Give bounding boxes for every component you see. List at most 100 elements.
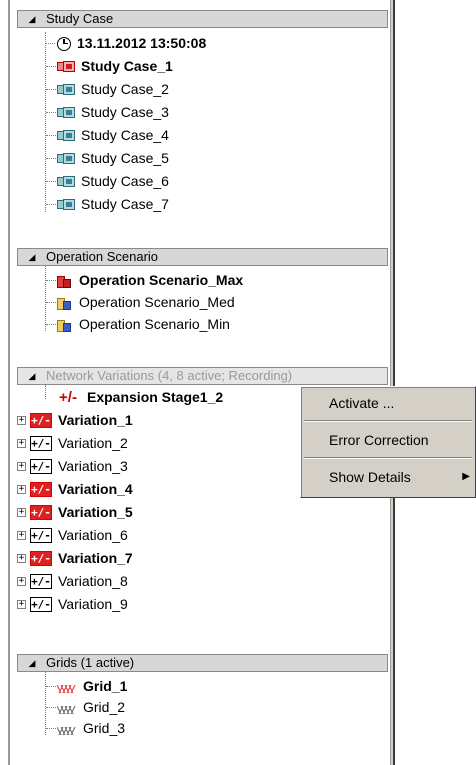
variation-label: Variation_2 xyxy=(58,435,128,451)
variation-icon: +/- xyxy=(30,413,52,428)
study-case-icon xyxy=(57,84,75,95)
study-case-row[interactable]: Study Case_5 xyxy=(57,147,169,170)
grid-row[interactable]: Grid_1 xyxy=(57,675,127,698)
tree-connector xyxy=(46,181,56,182)
expand-plus-icon[interactable]: + xyxy=(17,554,26,563)
grid-row[interactable]: Grid_3 xyxy=(57,717,125,740)
variation-icon: +/- xyxy=(30,436,52,451)
timestamp-label: 13.11.2012 13:50:08 xyxy=(77,35,207,51)
grid-icon xyxy=(57,702,77,714)
data-manager-panel: ◢ Study Case 13.11.2012 13:50:08 Study C… xyxy=(0,0,395,765)
grid-row[interactable]: Grid_2 xyxy=(57,696,125,719)
study-case-icon xyxy=(57,176,75,187)
tree-line xyxy=(45,672,46,735)
submenu-arrow-icon: ▶ xyxy=(462,471,470,482)
grid-label: Grid_3 xyxy=(83,720,126,736)
study-case-row[interactable]: Study Case_6 xyxy=(57,170,169,193)
expand-plus-icon[interactable]: + xyxy=(17,462,26,471)
collapse-triangle-icon[interactable]: ◢ xyxy=(18,10,46,28)
variation-row[interactable]: + +/- Variation_2 xyxy=(17,432,128,455)
expand-plus-icon[interactable]: + xyxy=(17,600,26,609)
tree-line xyxy=(45,385,46,399)
study-case-icon xyxy=(57,130,75,141)
expand-plus-icon[interactable]: + xyxy=(17,485,26,494)
study-case-label: Study Case_4 xyxy=(81,127,169,143)
operation-scenario-section: ◢ Operation Scenario Operation Scenario_… xyxy=(17,248,388,348)
study-case-row[interactable]: Study Case_3 xyxy=(57,101,169,124)
tree-connector xyxy=(46,280,56,281)
grid-icon xyxy=(57,681,77,693)
operation-scenario-icon xyxy=(57,296,73,310)
tree-connector xyxy=(46,204,56,205)
expand-plus-icon[interactable]: + xyxy=(17,531,26,540)
menu-item-error-correction[interactable]: Error Correction xyxy=(302,427,474,453)
study-case-label: Study Case_2 xyxy=(81,81,169,97)
operation-scenario-header[interactable]: ◢ Operation Scenario xyxy=(17,248,388,266)
expansion-stage-row[interactable]: +/- Expansion Stage1_2 xyxy=(57,386,223,409)
tree-connector xyxy=(46,707,56,708)
variation-row[interactable]: + +/- Variation_3 xyxy=(17,455,128,478)
study-case-label: Study Case_6 xyxy=(81,173,169,189)
operation-scenario-label: Operation Scenario_Min xyxy=(79,316,230,332)
variation-row[interactable]: + +/- Variation_4 xyxy=(17,478,133,501)
operation-scenario-row[interactable]: Operation Scenario_Max xyxy=(57,269,243,292)
menu-item-show-details[interactable]: Show Details ▶ xyxy=(302,464,474,490)
study-case-row[interactable]: Study Case_4 xyxy=(57,124,169,147)
clock-icon xyxy=(57,36,71,51)
collapse-triangle-icon[interactable]: ◢ xyxy=(18,367,46,385)
tree-connector xyxy=(46,135,56,136)
variation-icon: +/- xyxy=(30,528,52,543)
network-variations-header[interactable]: ◢ Network Variations (4, 8 active; Recor… xyxy=(17,367,388,385)
tree-connector xyxy=(46,686,56,687)
study-case-icon xyxy=(57,153,75,164)
expand-plus-icon[interactable]: + xyxy=(17,439,26,448)
study-case-row[interactable]: Study Case_2 xyxy=(57,78,169,101)
tree-connector xyxy=(46,66,56,67)
variation-icon: +/- xyxy=(30,505,52,520)
variation-row[interactable]: + +/- Variation_8 xyxy=(17,570,128,593)
variation-icon: +/- xyxy=(30,597,52,612)
expand-plus-icon[interactable]: + xyxy=(17,416,26,425)
study-case-row[interactable]: Study Case_1 xyxy=(57,55,173,78)
operation-scenario-icon xyxy=(57,318,73,332)
tree-connector xyxy=(46,302,56,303)
variation-row[interactable]: + +/- Variation_6 xyxy=(17,524,128,547)
operation-scenario-row[interactable]: Operation Scenario_Med xyxy=(57,291,235,314)
variation-row[interactable]: + +/- Variation_1 xyxy=(17,409,133,432)
operation-scenario-row[interactable]: Operation Scenario_Min xyxy=(57,313,230,336)
study-case-label: Study Case_3 xyxy=(81,104,169,120)
study-case-row[interactable]: Study Case_7 xyxy=(57,193,169,216)
menu-separator xyxy=(304,420,472,422)
operation-scenario-icon xyxy=(57,274,73,288)
collapse-triangle-icon[interactable]: ◢ xyxy=(18,654,46,672)
variation-label: Variation_1 xyxy=(58,412,133,428)
operation-scenario-label: Operation Scenario_Max xyxy=(79,272,244,288)
expand-plus-icon[interactable]: + xyxy=(17,577,26,586)
variation-row[interactable]: + +/- Variation_9 xyxy=(17,593,128,616)
grid-icon xyxy=(57,723,77,735)
variation-row[interactable]: + +/- Variation_5 xyxy=(17,501,133,524)
timestamp-row[interactable]: 13.11.2012 13:50:08 xyxy=(45,32,206,55)
menu-item-activate[interactable]: Activate ... xyxy=(302,390,474,416)
expansion-stage-label: Expansion Stage1_2 xyxy=(87,389,224,405)
study-case-label: Study Case_5 xyxy=(81,150,169,166)
variation-icon: +/- xyxy=(30,482,52,497)
grid-label: Grid_1 xyxy=(83,678,128,694)
operation-scenario-label: Operation Scenario_Med xyxy=(79,294,235,310)
study-case-header[interactable]: ◢ Study Case xyxy=(17,10,388,28)
study-case-section: ◢ Study Case 13.11.2012 13:50:08 Study C… xyxy=(17,10,388,230)
variation-icon: +/- xyxy=(30,574,52,589)
tree-line xyxy=(45,266,46,331)
study-case-label: Study Case_1 xyxy=(81,58,173,74)
tree-connector xyxy=(46,112,56,113)
collapse-triangle-icon[interactable]: ◢ xyxy=(18,248,46,266)
grids-section: ◢ Grids (1 active) Grid_1 Grid_2 Grid_3 xyxy=(17,654,388,754)
study-case-title: Study Case xyxy=(46,11,114,26)
panel-splitter[interactable] xyxy=(390,0,395,765)
panel-left-border xyxy=(8,0,10,765)
operation-scenario-title: Operation Scenario xyxy=(46,249,159,264)
expand-plus-icon[interactable]: + xyxy=(17,508,26,517)
grid-label: Grid_2 xyxy=(83,699,126,715)
variation-row[interactable]: + +/- Variation_7 xyxy=(17,547,133,570)
grids-header[interactable]: ◢ Grids (1 active) xyxy=(17,654,388,672)
